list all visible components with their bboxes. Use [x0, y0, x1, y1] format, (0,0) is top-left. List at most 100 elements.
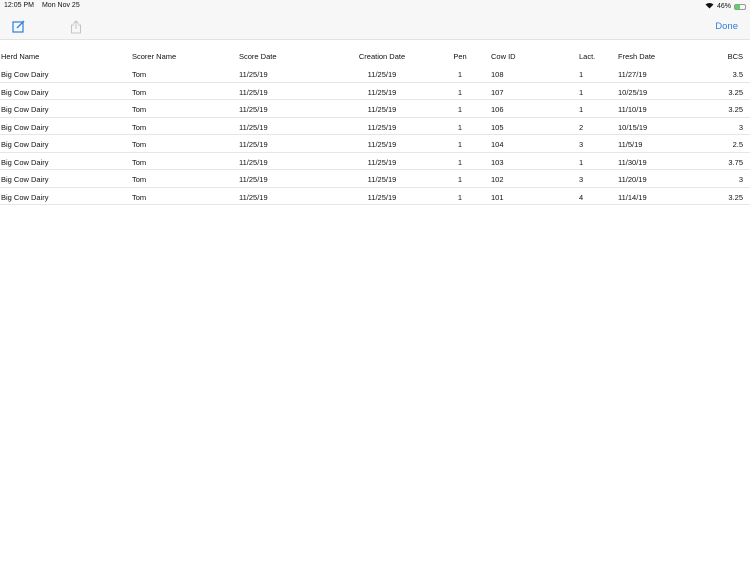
table-cell: 2.5	[732, 140, 743, 149]
column-header[interactable]: Lact.	[579, 52, 595, 61]
table-cell: 107	[491, 87, 504, 97]
table-cell: 11/25/19	[239, 87, 268, 97]
table-cell: 11/20/19	[618, 175, 647, 184]
table-row[interactable]: Big Cow Dairy Tom 11/25/19 11/25/19 1 106 1 11/…	[0, 100, 750, 118]
table-cell: 11/25/19	[239, 175, 268, 184]
battery-percent: 46%	[716, 3, 731, 10]
table-cell: 11/25/19	[239, 122, 268, 132]
table-cell: 11/25/19	[367, 175, 397, 184]
table-cell: Tom	[132, 70, 147, 79]
table-cell: 10/15/19	[618, 122, 648, 132]
table-cell: 1	[579, 87, 584, 97]
table-cell: Big Cow Dairy	[1, 192, 49, 202]
table-cell: 1	[579, 105, 584, 114]
table-cell: 11/5/19	[618, 140, 643, 149]
column-header[interactable]: Fresh Date	[618, 52, 655, 61]
table-cell: 3.25	[728, 105, 743, 114]
compose-icon[interactable]	[12, 20, 25, 38]
table-cell: 11/25/19	[367, 87, 397, 97]
table-cell: 1	[457, 175, 463, 184]
table-cell: 3	[738, 122, 743, 132]
table-cell: Tom	[132, 105, 147, 114]
table-cell: Tom	[132, 140, 147, 149]
table-cell: 11/25/19	[367, 157, 397, 167]
table-cell: 104	[491, 140, 504, 149]
table-cell: 11/25/19	[239, 105, 268, 114]
table-cell: 11/25/19	[239, 70, 268, 79]
table-cell: 1	[457, 87, 463, 97]
table-cell: Tom	[132, 87, 147, 97]
table-cell: 108	[491, 70, 504, 79]
toolbar: Done	[0, 14, 750, 40]
table-cell: 11/14/19	[618, 192, 647, 202]
table-cell: 3	[579, 175, 584, 184]
table-row[interactable]: Big Cow Dairy Tom 11/25/19 11/25/19 1 101 4 11/…	[0, 188, 750, 205]
status-date: Mon Nov 25	[41, 2, 80, 9]
done-button[interactable]: Done	[715, 21, 738, 32]
table-cell: 101	[491, 192, 504, 202]
table-cell: 11/25/19	[367, 122, 397, 132]
table-cell: 11/25/19	[239, 192, 268, 202]
table-cell: 11/25/19	[239, 140, 268, 149]
table-cell: 1	[457, 70, 463, 79]
table-row[interactable]: Big Cow Dairy Tom 11/25/19 11/25/19 1 102 3 11/…	[0, 170, 750, 188]
table-cell: 2	[579, 122, 584, 132]
table-cell: 3	[579, 140, 584, 149]
table-cell: 1	[579, 157, 584, 167]
table-cell: 11/30/19	[618, 157, 647, 167]
table-cell: Big Cow Dairy	[1, 175, 49, 184]
table-cell: 3.75	[728, 157, 743, 167]
table-cell: Big Cow Dairy	[1, 70, 49, 79]
table-cell: 11/27/19	[618, 70, 647, 79]
table-cell: 1	[579, 70, 584, 79]
table-cell: 1	[457, 122, 463, 132]
table-cell: Big Cow Dairy	[1, 87, 49, 97]
table-cell: 106	[491, 105, 504, 114]
battery-icon	[734, 3, 746, 10]
table-cell: 11/25/19	[239, 157, 268, 167]
column-header[interactable]: Pen	[440, 52, 480, 61]
column-header[interactable]: BCS	[728, 52, 743, 61]
table-cell: 11/25/19	[367, 70, 397, 79]
column-header[interactable]: Cow ID	[491, 52, 516, 61]
status-bar: 12:05 PM Mon Nov 25 46%	[0, 0, 750, 14]
table-row[interactable]: Big Cow Dairy Tom 11/25/19 11/25/19 1 107 1 10/…	[0, 83, 750, 100]
table-cell: Tom	[132, 175, 147, 184]
table-cell: 11/25/19	[367, 105, 397, 114]
table-cell: Big Cow Dairy	[1, 122, 49, 132]
table-row[interactable]: Big Cow Dairy Tom 11/25/19 11/25/19 1 104 3 11/…	[0, 135, 750, 153]
table-row[interactable]: Big Cow Dairy Tom 11/25/19 11/25/19 1 105 2 10/…	[0, 118, 750, 135]
column-header[interactable]: Creation Date	[342, 52, 422, 61]
table-cell: 102	[491, 175, 504, 184]
table-cell: 3	[738, 175, 743, 184]
table-row[interactable]: Big Cow Dairy Tom 11/25/19 11/25/19 1 108 1 11/…	[0, 65, 750, 83]
table-cell: Tom	[132, 157, 147, 167]
wifi-icon	[705, 2, 714, 11]
table-cell: 105	[491, 122, 504, 132]
column-header[interactable]: Herd Name	[1, 52, 39, 61]
table-cell: 3.5	[732, 70, 743, 79]
table-cell: Big Cow Dairy	[1, 157, 49, 167]
table-cell: 10/25/19	[618, 87, 648, 97]
table-cell: 4	[579, 192, 584, 202]
table-cell: 11/25/19	[367, 192, 397, 202]
table-cell: 1	[457, 192, 463, 202]
table-header: Herd Name Scorer Name Score Date Creation D…	[0, 47, 750, 65]
table-cell: 103	[491, 157, 504, 167]
table-cell: 1	[457, 157, 463, 167]
status-time: 12:05 PM	[4, 2, 34, 9]
share-icon[interactable]	[70, 20, 82, 39]
table-cell: Tom	[132, 122, 147, 132]
table-cell: 3.25	[728, 87, 743, 97]
table-row[interactable]: Big Cow Dairy Tom 11/25/19 11/25/19 1 103 1 11/…	[0, 153, 750, 170]
table-cell: Tom	[132, 192, 147, 202]
column-header[interactable]: Scorer Name	[132, 52, 176, 61]
table-cell: 3.25	[728, 192, 743, 202]
table-cell: 11/10/19	[618, 105, 647, 114]
table-cell: 1	[457, 140, 463, 149]
column-header[interactable]: Score Date	[239, 52, 277, 61]
table-cell: 11/25/19	[367, 140, 397, 149]
table-cell: Big Cow Dairy	[1, 105, 49, 114]
table-cell: 1	[457, 105, 463, 114]
table-cell: Big Cow Dairy	[1, 140, 49, 149]
